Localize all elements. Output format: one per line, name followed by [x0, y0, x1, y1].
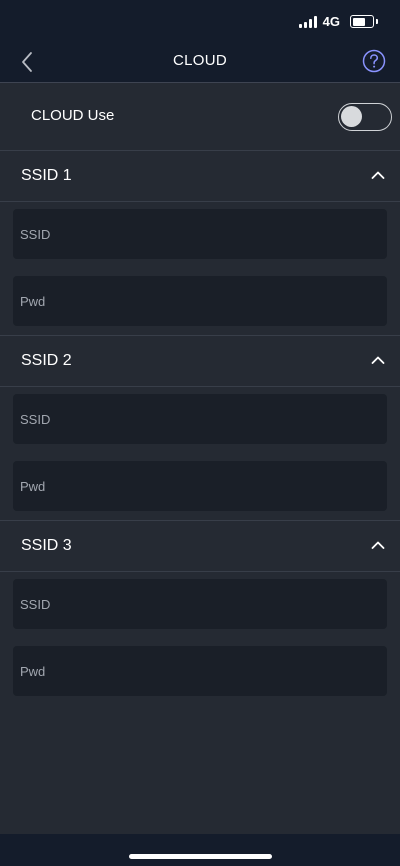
toggle-knob: [341, 106, 362, 127]
ssid-2-pwd-input[interactable]: [13, 461, 387, 511]
ssid-2-pwd-field[interactable]: [13, 461, 387, 511]
ssid-2-ssid-field[interactable]: [13, 394, 387, 444]
network-type: 4G: [322, 14, 340, 29]
status-bar: 4G: [298, 14, 378, 29]
ssid-3-ssid-input[interactable]: [13, 579, 387, 629]
chevron-up-icon: [371, 171, 385, 179]
ssid-1-pwd-field[interactable]: [13, 276, 387, 326]
ssid-1-pwd-input[interactable]: [13, 276, 387, 326]
chevron-up-icon: [371, 356, 385, 364]
battery-icon: [350, 15, 378, 28]
home-indicator[interactable]: [129, 854, 272, 859]
ssid-3-title: SSID 3: [21, 537, 72, 554]
ssid-3-pwd-field[interactable]: [13, 646, 387, 696]
chevron-up-icon: [371, 541, 385, 549]
ssid-2-header[interactable]: SSID 2: [0, 336, 400, 387]
bottom-bar: [0, 834, 400, 866]
ssid-2-title: SSID 2: [21, 352, 72, 369]
cloud-settings-screen: 4G CLOUD CLOUD Use SSID 1 SSID SSID 2 SS…: [0, 0, 400, 866]
ssid-1-ssid-field[interactable]: [13, 209, 387, 259]
cloud-use-row: CLOUD Use: [0, 83, 400, 151]
ssid-3-ssid-field[interactable]: [13, 579, 387, 629]
ssid-1-title: SSID 1: [21, 167, 72, 184]
help-button[interactable]: [362, 49, 386, 73]
top-bar: 4G CLOUD: [0, 0, 400, 83]
ssid-1-header[interactable]: SSID 1: [0, 151, 400, 202]
signal-icon: [298, 15, 317, 28]
ssid-3-header[interactable]: SSID 3: [0, 521, 400, 572]
ssid-3-pwd-input[interactable]: [13, 646, 387, 696]
ssid-1-ssid-input[interactable]: [13, 209, 387, 259]
page-title: CLOUD: [172, 52, 227, 69]
question-circle-icon: [362, 49, 386, 73]
ssid-2-ssid-input[interactable]: [13, 394, 387, 444]
cloud-use-toggle[interactable]: [338, 103, 392, 131]
cloud-use-label: CLOUD Use: [31, 107, 115, 124]
